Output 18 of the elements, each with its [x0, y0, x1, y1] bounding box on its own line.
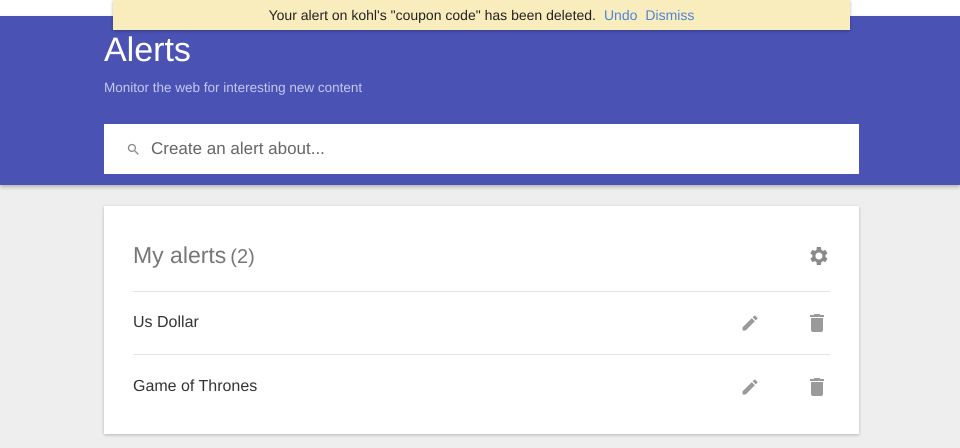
alert-count: (2): [230, 246, 255, 268]
delete-icon: [808, 313, 826, 333]
edit-button[interactable]: [740, 313, 760, 333]
edit-icon: [740, 313, 760, 333]
delete-button[interactable]: [808, 313, 826, 333]
snackbar-action-link[interactable]: Dismiss: [645, 4, 694, 26]
card-title: My alerts: [133, 242, 226, 268]
edit-button[interactable]: [740, 376, 760, 396]
edit-icon: [740, 376, 760, 396]
search-field[interactable]: Create an alert about...: [104, 124, 859, 174]
alert-name: Game of Thrones: [133, 376, 258, 396]
delete-icon: [808, 376, 826, 396]
delete-button[interactable]: [808, 376, 826, 396]
snackbar-action-link[interactable]: Undo: [604, 4, 638, 26]
page-title: Alerts: [104, 30, 192, 70]
page-subtitle: Monitor the web for interesting new content: [104, 79, 362, 97]
alert-name: Us Dollar: [133, 313, 200, 333]
snackbar-message: Your alert on kohl's "coupon code" has been deleted.: [268, 6, 596, 25]
